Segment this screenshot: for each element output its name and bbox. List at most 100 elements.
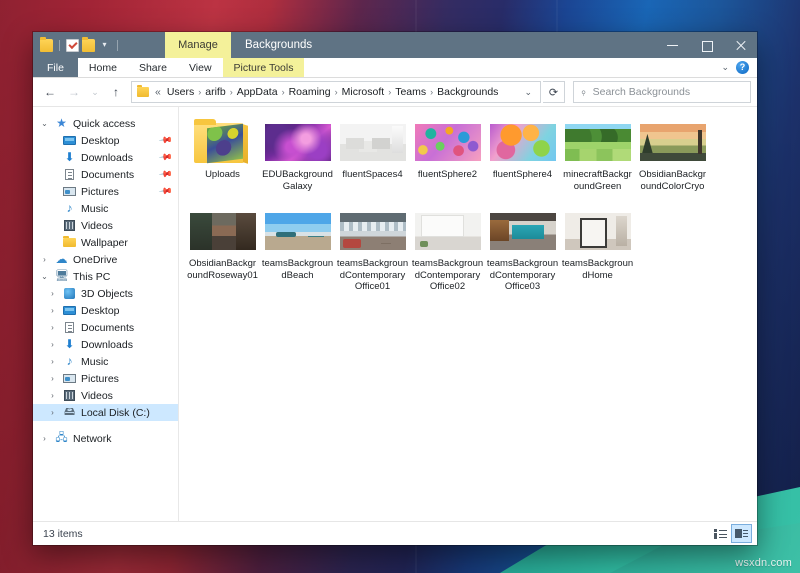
title-bar[interactable]: Manage Backgrounds xyxy=(33,32,757,58)
chevron-right-icon[interactable]: › xyxy=(39,434,50,443)
chevron-right-icon[interactable]: › xyxy=(47,408,58,417)
file-name: fluentSphere4 xyxy=(492,169,553,180)
quick-access-toolbar[interactable] xyxy=(33,32,127,58)
breadcrumb[interactable]: « Users › arifb › AppData › Roaming › Mi… xyxy=(131,81,541,103)
sidebar-item-desktop[interactable]: › Desktop 📌 xyxy=(33,132,178,149)
chevron-down-icon[interactable]: ⌄ xyxy=(520,87,536,98)
forward-button[interactable]: → xyxy=(63,81,85,103)
file-item-obsidianbackgroundcolorcryo[interactable]: ObsidianBackgroundColorCryo xyxy=(635,117,710,192)
close-button[interactable] xyxy=(723,32,757,58)
breadcrumb-item-backgrounds[interactable]: Backgrounds xyxy=(434,85,501,99)
breadcrumb-item-users[interactable]: Users xyxy=(164,85,197,99)
folder-icon[interactable] xyxy=(40,36,53,52)
back-button[interactable]: ← xyxy=(39,81,61,103)
chevron-down-icon[interactable]: ⌄ xyxy=(721,62,729,73)
pin-icon[interactable]: 📌 xyxy=(158,167,173,183)
file-item-minecraftbackgroundgreen[interactable]: minecraftBackgroundGreen xyxy=(560,117,635,192)
tab-view[interactable]: View xyxy=(178,58,223,77)
chevron-down-icon[interactable]: ⌄ xyxy=(39,119,50,128)
file-item-teamsbackgroundcontemporaryoffice01[interactable]: teamsBackgroundContemporaryOffice01 xyxy=(335,206,410,293)
tab-share[interactable]: Share xyxy=(128,58,178,77)
ribbon-tab-bar[interactable]: File Home Share View Picture Tools ⌄ ? xyxy=(33,58,757,78)
sidebar-item-label: Documents xyxy=(81,168,135,181)
sidebar-item-pictures-pc[interactable]: › Pictures xyxy=(33,370,178,387)
breadcrumb-item-microsoft[interactable]: Microsoft xyxy=(339,85,388,99)
thumbnail xyxy=(190,119,256,165)
tab-file[interactable]: File xyxy=(33,58,78,77)
chevron-right-icon[interactable]: › xyxy=(47,391,58,400)
chevron-right-icon[interactable]: › xyxy=(39,255,50,264)
pin-icon[interactable]: 📌 xyxy=(158,150,173,166)
large-icons-view-button[interactable] xyxy=(731,524,752,543)
search-input[interactable]: Search Backgrounds xyxy=(593,86,690,98)
search-box[interactable]: ⌕ Search Backgrounds xyxy=(573,81,751,103)
chevron-right-icon[interactable]: › xyxy=(47,306,58,315)
breadcrumb-overflow[interactable]: « xyxy=(154,85,164,99)
sidebar-item-documents[interactable]: › Documents 📌 xyxy=(33,166,178,183)
file-item-fluentsphere2[interactable]: fluentSphere2 xyxy=(410,117,485,192)
sidebar-item-music[interactable]: › ♪ Music xyxy=(33,200,178,217)
new-folder-icon[interactable] xyxy=(82,36,95,52)
view-toggle-group[interactable] xyxy=(711,524,752,543)
sidebar-item-documents-pc[interactable]: › Documents xyxy=(33,319,178,336)
cube-icon xyxy=(63,287,76,300)
recent-locations-button[interactable]: ⌄ xyxy=(87,81,103,103)
properties-icon[interactable] xyxy=(66,38,79,52)
details-view-button[interactable] xyxy=(711,525,730,542)
sidebar-item-videos-pc[interactable]: › Videos xyxy=(33,387,178,404)
sidebar-item-onedrive[interactable]: › ☁ OneDrive xyxy=(33,251,178,268)
minimize-button[interactable] xyxy=(655,32,689,58)
sidebar-item-pictures[interactable]: › Pictures 📌 xyxy=(33,183,178,200)
file-item-fluentspaces4[interactable]: fluentSpaces4 xyxy=(335,117,410,192)
file-item-teamsbackgroundhome[interactable]: teamsBackgroundHome xyxy=(560,206,635,293)
thumbnail xyxy=(339,119,406,165)
desktop-icon xyxy=(63,304,76,317)
breadcrumb-list[interactable]: « Users › arifb › AppData › Roaming › Mi… xyxy=(154,85,520,99)
help-icon[interactable]: ? xyxy=(736,61,749,74)
chevron-right-icon[interactable]: › xyxy=(47,374,58,383)
pin-icon[interactable]: 📌 xyxy=(158,184,173,200)
refresh-button[interactable]: ⟳ xyxy=(543,81,565,103)
up-button[interactable]: ↑ xyxy=(105,81,127,103)
sidebar-item-downloads[interactable]: › ⬇ Downloads 📌 xyxy=(33,149,178,166)
pin-icon[interactable]: 📌 xyxy=(158,133,173,149)
chevron-right-icon[interactable]: › xyxy=(47,357,58,366)
file-item-uploads[interactable]: Uploads xyxy=(185,117,260,192)
tab-home[interactable]: Home xyxy=(78,58,128,77)
file-item-obsidianbackgroundroseway01[interactable]: ObsidianBackgroundRoseway01 xyxy=(185,206,260,293)
file-item-teamsbackgroundcontemporaryoffice03[interactable]: teamsBackgroundContemporaryOffice03 xyxy=(485,206,560,293)
file-item-teamsbackgroundcontemporaryoffice02[interactable]: teamsBackgroundContemporaryOffice02 xyxy=(410,206,485,293)
breadcrumb-item-arifb[interactable]: arifb xyxy=(202,85,228,99)
breadcrumb-item-teams[interactable]: Teams xyxy=(392,85,429,99)
file-item-fluentsphere4[interactable]: fluentSphere4 xyxy=(485,117,560,192)
window-controls[interactable] xyxy=(655,32,757,58)
sidebar-item-music-pc[interactable]: › ♪ Music xyxy=(33,353,178,370)
chevron-down-icon[interactable]: ⌄ xyxy=(39,272,50,281)
navigation-pane[interactable]: ⌄ ★ Quick access › Desktop 📌 › ⬇ Downloa… xyxy=(33,107,179,521)
sidebar-item-videos[interactable]: › Videos xyxy=(33,217,178,234)
contextual-tab-group-manage[interactable]: Manage xyxy=(165,32,231,58)
file-list-pane[interactable]: Uploads EDUBackgroundGalaxy fluentSpaces… xyxy=(179,107,757,521)
sidebar-item-label: This PC xyxy=(73,270,111,283)
chevron-right-icon[interactable]: › xyxy=(47,340,58,349)
chevron-right-icon[interactable]: › xyxy=(47,323,58,332)
sidebar-item-local-disk-c[interactable]: › 🖴 Local Disk (C:) xyxy=(33,404,178,421)
sidebar-item-desktop-pc[interactable]: › Desktop xyxy=(33,302,178,319)
sidebar-item-label: Local Disk (C:) xyxy=(81,406,150,419)
chevron-down-icon[interactable] xyxy=(98,39,111,52)
sidebar-item-network[interactable]: › 🖧 Network xyxy=(33,430,178,447)
breadcrumb-item-roaming[interactable]: Roaming xyxy=(286,85,334,99)
sidebar-item-3d-objects[interactable]: › 3D Objects xyxy=(33,285,178,302)
sidebar-item-quick-access[interactable]: ⌄ ★ Quick access xyxy=(33,115,178,132)
file-item-edubackgroundgalaxy[interactable]: EDUBackgroundGalaxy xyxy=(260,117,335,192)
sidebar-item-wallpaper[interactable]: › Wallpaper xyxy=(33,234,178,251)
sidebar-item-downloads-pc[interactable]: › ⬇ Downloads xyxy=(33,336,178,353)
chevron-right-icon[interactable]: › xyxy=(47,289,58,298)
item-count: 13 items xyxy=(43,527,83,540)
breadcrumb-item-appdata[interactable]: AppData xyxy=(234,85,281,99)
file-item-teamsbackgroundbeach[interactable]: teamsBackgroundBeach xyxy=(260,206,335,293)
address-bar[interactable]: ← → ⌄ ↑ « Users › arifb › AppData › Roam… xyxy=(33,78,757,106)
tab-picture-tools[interactable]: Picture Tools xyxy=(222,58,305,77)
sidebar-item-this-pc[interactable]: ⌄ 🖥 This PC xyxy=(33,268,178,285)
maximize-button[interactable] xyxy=(689,32,723,58)
